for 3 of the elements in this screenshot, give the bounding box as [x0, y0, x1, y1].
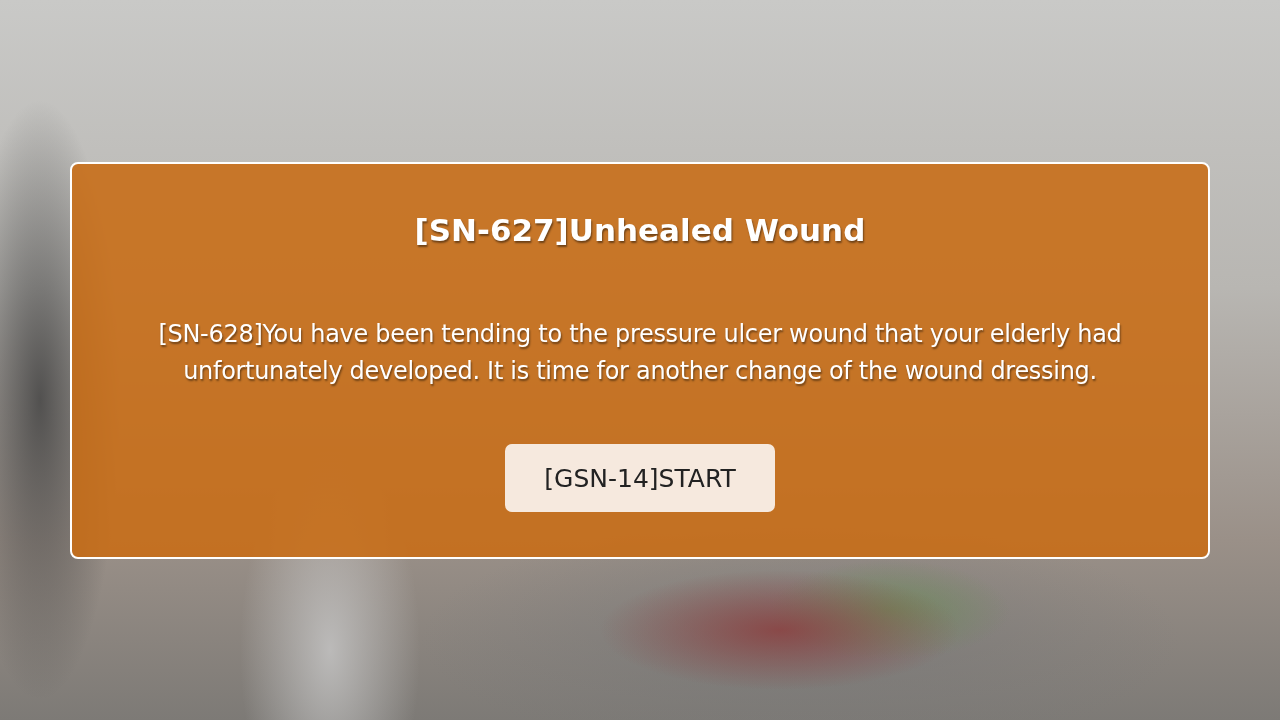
dialog-message: [SN-628]You have been tending to the pressure ulcer wound that your elderly had unfortunately developed. It is time for another change of the wound dressing. [157, 319, 1123, 387]
dialog-title: [SN-627]Unhealed Wound [414, 212, 866, 248]
start-button[interactable]: [GSN-14]START [505, 444, 775, 512]
